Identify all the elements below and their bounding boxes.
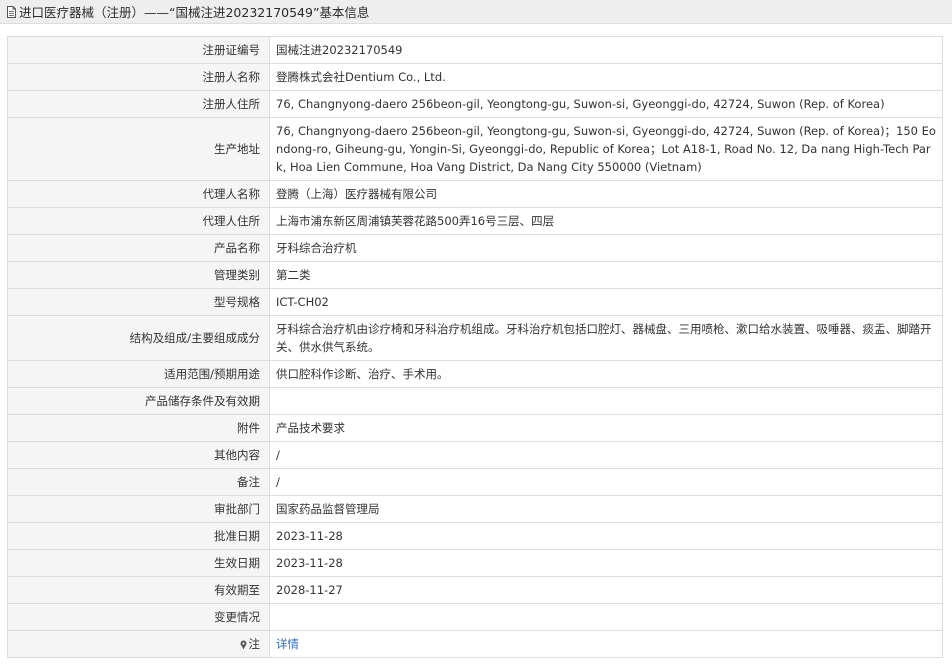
note-label: 注	[248, 637, 261, 651]
table-row: 批准日期 2023-11-28	[7, 522, 943, 550]
note-label-cell: 注	[7, 630, 270, 658]
page-title: 进口医疗器械（注册）——“国械注进20232170549”基本信息	[19, 5, 370, 20]
field-value: 牙科综合治疗机由诊疗椅和牙科治疗机组成。牙科治疗机包括口腔灯、器械盘、三用喷枪、…	[269, 315, 943, 361]
device-info-table: 注册证编号 国械注进20232170549 注册人名称 登腾株式会社Dentiu…	[7, 36, 943, 658]
table-row: 代理人住所 上海市浦东新区周浦镇芙蓉花路500弄16号三层、四层	[7, 207, 943, 235]
field-label: 备注	[7, 468, 270, 496]
field-label: 适用范围/预期用途	[7, 360, 270, 388]
field-value: 登腾株式会社Dentium Co., Ltd.	[269, 63, 943, 91]
field-value: 国械注进20232170549	[269, 36, 943, 64]
field-value: 国家药品监督管理局	[269, 495, 943, 523]
page-header: 进口医疗器械（注册）——“国械注进20232170549”基本信息	[0, 0, 952, 24]
table-row: 审批部门 国家药品监督管理局	[7, 495, 943, 523]
field-value: 上海市浦东新区周浦镇芙蓉花路500弄16号三层、四层	[269, 207, 943, 235]
note-value-cell: 详情	[269, 630, 943, 658]
table-row: 注册人名称 登腾株式会社Dentium Co., Ltd.	[7, 63, 943, 91]
table-row: 生产地址 76, Changnyong-daero 256beon-gil, Y…	[7, 117, 943, 181]
note-row: 注 详情	[7, 630, 943, 658]
table-row: 适用范围/预期用途 供口腔科作诊断、治疗、手术用。	[7, 360, 943, 388]
field-label: 代理人住所	[7, 207, 270, 235]
field-label: 产品储存条件及有效期	[7, 387, 270, 415]
field-label: 批准日期	[7, 522, 270, 550]
field-value: ICT-CH02	[269, 288, 943, 316]
pin-icon	[239, 640, 248, 650]
table-row: 管理类别 第二类	[7, 261, 943, 289]
table-row: 型号规格 ICT-CH02	[7, 288, 943, 316]
table-row: 产品储存条件及有效期	[7, 387, 943, 415]
field-label: 其他内容	[7, 441, 270, 469]
document-icon	[6, 5, 17, 18]
field-value: 第二类	[269, 261, 943, 289]
field-label: 注册证编号	[7, 36, 270, 64]
table-row: 备注 /	[7, 468, 943, 496]
field-value: 2028-11-27	[269, 576, 943, 604]
table-row: 变更情况	[7, 603, 943, 631]
field-value: 牙科综合治疗机	[269, 234, 943, 262]
table-row: 产品名称 牙科综合治疗机	[7, 234, 943, 262]
field-label: 管理类别	[7, 261, 270, 289]
field-value	[269, 603, 943, 631]
field-label: 结构及组成/主要组成成分	[7, 315, 270, 361]
table-row: 结构及组成/主要组成成分 牙科综合治疗机由诊疗椅和牙科治疗机组成。牙科治疗机包括…	[7, 315, 943, 361]
field-value: 供口腔科作诊断、治疗、手术用。	[269, 360, 943, 388]
field-label: 生产地址	[7, 117, 270, 181]
field-value: 2023-11-28	[269, 522, 943, 550]
field-value: /	[269, 468, 943, 496]
field-label: 产品名称	[7, 234, 270, 262]
field-value: 76, Changnyong-daero 256beon-gil, Yeongt…	[269, 90, 943, 118]
field-value	[269, 387, 943, 415]
field-value: 产品技术要求	[269, 414, 943, 442]
field-label: 型号规格	[7, 288, 270, 316]
table-row: 注册人住所 76, Changnyong-daero 256beon-gil, …	[7, 90, 943, 118]
field-value: 2023-11-28	[269, 549, 943, 577]
table-row: 注册证编号 国械注进20232170549	[7, 36, 943, 64]
field-label: 注册人名称	[7, 63, 270, 91]
field-label: 生效日期	[7, 549, 270, 577]
field-value: 登腾（上海）医疗器械有限公司	[269, 180, 943, 208]
field-label: 注册人住所	[7, 90, 270, 118]
table-row: 代理人名称 登腾（上海）医疗器械有限公司	[7, 180, 943, 208]
field-label: 附件	[7, 414, 270, 442]
table-row: 其他内容 /	[7, 441, 943, 469]
table-row: 有效期至 2028-11-27	[7, 576, 943, 604]
table-row: 生效日期 2023-11-28	[7, 549, 943, 577]
details-link[interactable]: 详情	[276, 637, 299, 651]
field-label: 审批部门	[7, 495, 270, 523]
field-label: 变更情况	[7, 603, 270, 631]
table-row: 附件 产品技术要求	[7, 414, 943, 442]
field-value: /	[269, 441, 943, 469]
field-label: 代理人名称	[7, 180, 270, 208]
field-value: 76, Changnyong-daero 256beon-gil, Yeongt…	[269, 117, 943, 181]
field-label: 有效期至	[7, 576, 270, 604]
